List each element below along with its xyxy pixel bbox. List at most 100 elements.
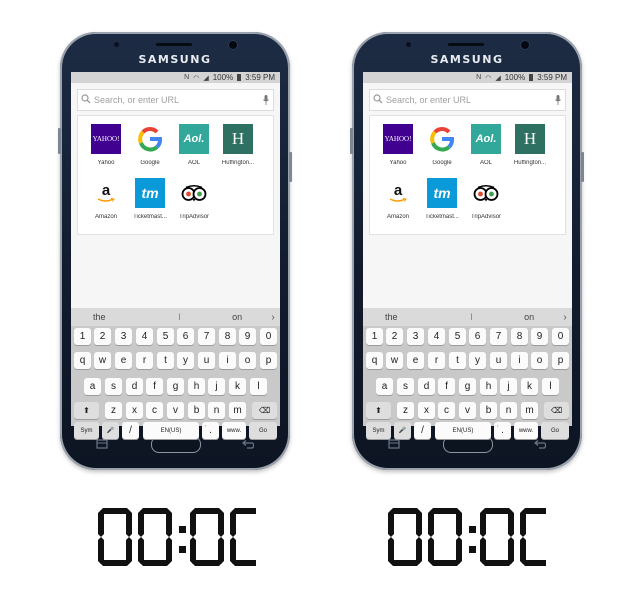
shortcut-aol[interactable]: Aol. AOL bbox=[174, 124, 214, 166]
recent-apps-icon[interactable] bbox=[388, 439, 400, 449]
mic-icon[interactable] bbox=[551, 95, 565, 105]
key-p[interactable]: p bbox=[260, 352, 277, 369]
key-r[interactable]: r bbox=[136, 352, 153, 369]
recent-apps-icon[interactable] bbox=[96, 439, 108, 449]
period-key[interactable]: ., bbox=[202, 422, 219, 439]
key-q[interactable]: q bbox=[74, 352, 91, 369]
key-f[interactable]: f bbox=[438, 378, 455, 395]
shortcut-google[interactable]: Google bbox=[130, 124, 170, 166]
key-9[interactable]: 9 bbox=[531, 328, 548, 345]
backspace-key-icon[interactable]: ⌫ bbox=[252, 402, 277, 419]
key-s[interactable]: s bbox=[105, 378, 122, 395]
suggestion-right[interactable]: on bbox=[500, 312, 558, 322]
key-b[interactable]: b bbox=[480, 402, 497, 419]
shortcut-huffington[interactable]: H Huffington... bbox=[218, 124, 258, 166]
key-c[interactable]: c bbox=[438, 402, 455, 419]
suggestion-expand-icon[interactable]: › bbox=[266, 312, 280, 323]
key-v[interactable]: v bbox=[167, 402, 184, 419]
slash-key[interactable]: / bbox=[122, 422, 139, 439]
key-m[interactable]: m bbox=[229, 402, 246, 419]
key-w[interactable]: w bbox=[94, 352, 111, 369]
key-5[interactable]: 5 bbox=[449, 328, 466, 345]
key-0[interactable]: 0 bbox=[260, 328, 277, 345]
search-input[interactable] bbox=[386, 95, 551, 105]
key-q[interactable]: q bbox=[366, 352, 383, 369]
key-g[interactable]: g bbox=[459, 378, 476, 395]
sym-key[interactable]: Sym bbox=[74, 422, 99, 439]
key-i[interactable]: i bbox=[511, 352, 528, 369]
key-5[interactable]: 5 bbox=[157, 328, 174, 345]
key-x[interactable]: x bbox=[126, 402, 143, 419]
key-3[interactable]: 3 bbox=[115, 328, 132, 345]
mic-icon[interactable] bbox=[259, 95, 273, 105]
key-i[interactable]: i bbox=[219, 352, 236, 369]
go-key[interactable]: Go bbox=[541, 422, 569, 439]
shortcut-yahoo[interactable]: YAHOO! Yahoo bbox=[378, 124, 418, 166]
url-bar[interactable] bbox=[369, 89, 566, 111]
suggestion-expand-icon[interactable]: › bbox=[558, 312, 572, 323]
key-f[interactable]: f bbox=[146, 378, 163, 395]
key-4[interactable]: 4 bbox=[136, 328, 153, 345]
key-2[interactable]: 2 bbox=[94, 328, 111, 345]
key-6[interactable]: 6 bbox=[469, 328, 486, 345]
go-key[interactable]: Go bbox=[249, 422, 277, 439]
back-icon[interactable] bbox=[534, 439, 546, 449]
key-m[interactable]: m bbox=[521, 402, 538, 419]
key-w[interactable]: w bbox=[386, 352, 403, 369]
key-p[interactable]: p bbox=[552, 352, 569, 369]
key-r[interactable]: r bbox=[428, 352, 445, 369]
key-3[interactable]: 3 bbox=[407, 328, 424, 345]
key-y[interactable]: y bbox=[177, 352, 194, 369]
key-o[interactable]: o bbox=[531, 352, 548, 369]
shortcut-huffington[interactable]: H Huffington... bbox=[510, 124, 550, 166]
key-6[interactable]: 6 bbox=[177, 328, 194, 345]
power-button[interactable] bbox=[581, 152, 584, 182]
key-z[interactable]: z bbox=[105, 402, 122, 419]
key-u[interactable]: u bbox=[490, 352, 507, 369]
key-h[interactable]: h bbox=[480, 378, 497, 395]
shortcut-amazon[interactable]: a Amazon bbox=[86, 178, 126, 220]
www-key[interactable]: www. bbox=[514, 422, 538, 439]
shortcut-google[interactable]: Google bbox=[422, 124, 462, 166]
key-1[interactable]: 1 bbox=[74, 328, 91, 345]
url-bar[interactable] bbox=[77, 89, 274, 111]
backspace-key-icon[interactable]: ⌫ bbox=[544, 402, 569, 419]
key-l[interactable]: l bbox=[542, 378, 559, 395]
key-9[interactable]: 9 bbox=[239, 328, 256, 345]
key-s[interactable]: s bbox=[397, 378, 414, 395]
shortcut-tripadvisor[interactable]: TripAdvisor bbox=[466, 178, 506, 220]
key-x[interactable]: x bbox=[418, 402, 435, 419]
suggestion-left[interactable]: the bbox=[363, 312, 443, 322]
sym-key[interactable]: Sym bbox=[366, 422, 391, 439]
key-k[interactable]: k bbox=[521, 378, 538, 395]
key-7[interactable]: 7 bbox=[490, 328, 507, 345]
suggestion-middle[interactable]: I bbox=[151, 312, 209, 322]
key-4[interactable]: 4 bbox=[428, 328, 445, 345]
period-key[interactable]: ., bbox=[494, 422, 511, 439]
key-k[interactable]: k bbox=[229, 378, 246, 395]
suggestion-right[interactable]: on bbox=[208, 312, 266, 322]
key-g[interactable]: g bbox=[167, 378, 184, 395]
key-8[interactable]: 8 bbox=[511, 328, 528, 345]
key-c[interactable]: c bbox=[146, 402, 163, 419]
key-u[interactable]: u bbox=[198, 352, 215, 369]
key-j[interactable]: j bbox=[208, 378, 225, 395]
mic-key-icon[interactable]: 🎤 bbox=[394, 422, 411, 439]
key-j[interactable]: j bbox=[500, 378, 517, 395]
shift-key-icon[interactable]: ⬆ bbox=[366, 402, 391, 419]
mic-key-icon[interactable]: 🎤 bbox=[102, 422, 119, 439]
key-e[interactable]: e bbox=[407, 352, 424, 369]
key-h[interactable]: h bbox=[188, 378, 205, 395]
key-t[interactable]: t bbox=[449, 352, 466, 369]
search-input[interactable] bbox=[94, 95, 259, 105]
key-t[interactable]: t bbox=[157, 352, 174, 369]
key-2[interactable]: 2 bbox=[386, 328, 403, 345]
key-a[interactable]: a bbox=[84, 378, 101, 395]
shortcut-aol[interactable]: Aol. AOL bbox=[466, 124, 506, 166]
shortcut-ticketmaster[interactable]: tm Ticketmast... bbox=[422, 178, 462, 220]
key-d[interactable]: d bbox=[418, 378, 435, 395]
key-e[interactable]: e bbox=[115, 352, 132, 369]
www-key[interactable]: www. bbox=[222, 422, 246, 439]
shift-key-icon[interactable]: ⬆ bbox=[74, 402, 99, 419]
key-v[interactable]: v bbox=[459, 402, 476, 419]
